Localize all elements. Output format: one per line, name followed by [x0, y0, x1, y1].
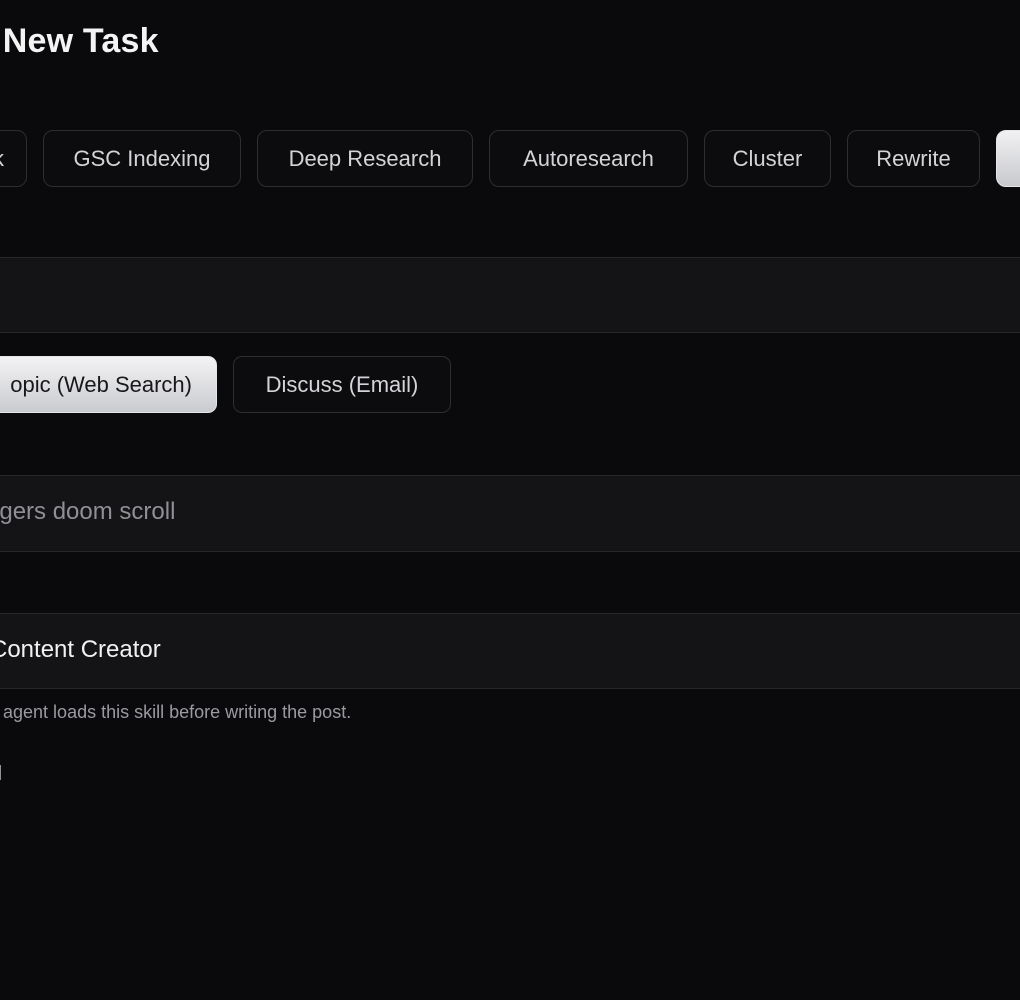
- task-type-rewrite[interactable]: Rewrite: [847, 130, 980, 187]
- email-section-label: mail: [0, 763, 2, 786]
- task-type-selected[interactable]: [996, 130, 1020, 187]
- task-type-option-partial[interactable]: k: [0, 130, 27, 187]
- task-type-cluster[interactable]: Cluster: [704, 130, 831, 187]
- topic-input-value: agers doom scroll: [0, 498, 176, 525]
- mode-discuss-email[interactable]: Discuss (Email): [233, 356, 451, 413]
- task-type-autoresearch[interactable]: Autoresearch: [489, 130, 688, 187]
- title-input[interactable]: [0, 257, 1020, 333]
- task-type-deep-research[interactable]: Deep Research: [257, 130, 473, 187]
- page-title: a New Task: [0, 22, 159, 60]
- mode-topic-web-search[interactable]: opic (Web Search): [0, 356, 217, 413]
- skill-helper-text: e agent loads this skill before writing …: [0, 702, 352, 722]
- skill-select-value: Content Creator: [0, 636, 161, 663]
- task-type-gsc-indexing[interactable]: GSC Indexing: [43, 130, 241, 187]
